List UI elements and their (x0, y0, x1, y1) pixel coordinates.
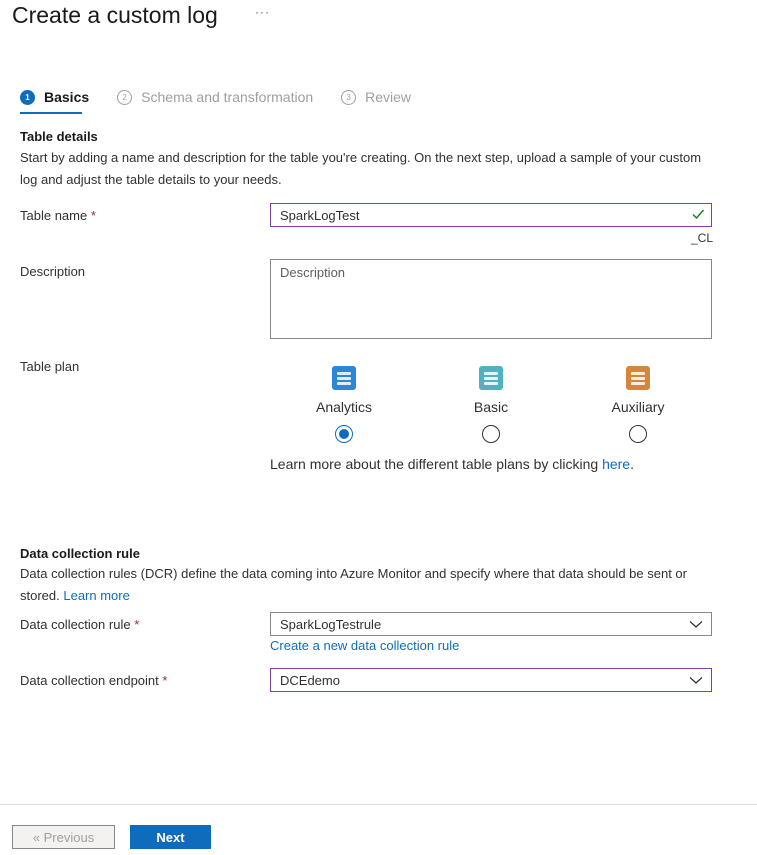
dce-dropdown[interactable]: DCEdemo (270, 668, 712, 692)
table-plans-here-link[interactable]: here (602, 456, 630, 472)
table-name-value: SparkLogTest (280, 207, 360, 223)
wizard-steps: 1 Basics 2 Schema and transformation 3 R… (20, 82, 439, 114)
description-label: Description (20, 264, 86, 279)
plan-name-auxiliary: Auxiliary (611, 399, 665, 415)
plan-name-analytics: Analytics (315, 399, 373, 415)
footer-divider (0, 804, 757, 805)
step-number-2: 2 (117, 89, 133, 105)
required-marker: * (162, 673, 168, 688)
analytics-plan-icon (332, 366, 356, 390)
next-button[interactable]: Next (130, 825, 211, 849)
tab-schema-and-transformation[interactable]: 2 Schema and transformation (117, 86, 313, 108)
required-marker: * (90, 208, 96, 223)
tab-review[interactable]: 3 Review (341, 86, 411, 108)
plan-option-analytics: Analytics (299, 366, 389, 443)
description-field[interactable]: Description (270, 259, 712, 339)
chevron-down-icon (689, 621, 703, 628)
tab-label-basics: Basics (44, 89, 90, 105)
table-details-description: Start by adding a name and description f… (20, 150, 702, 187)
dcr-label-text: Data collection rule (20, 617, 131, 632)
dcr-heading: Data collection rule (20, 546, 140, 561)
checkmark-icon (692, 209, 705, 220)
basic-plan-icon (479, 366, 503, 390)
dcr-dropdown[interactable]: SparkLogTestrule (270, 612, 712, 636)
table-plans-note: Learn more about the different table pla… (270, 456, 634, 472)
dce-label: Data collection endpoint * (20, 673, 167, 688)
dcr-label: Data collection rule * (20, 617, 139, 632)
basic-radio[interactable] (482, 425, 500, 443)
plan-option-basic: Basic (446, 366, 536, 443)
auxiliary-plan-icon (626, 366, 650, 390)
page-title: Create a custom log (12, 2, 218, 28)
required-marker: * (134, 617, 140, 632)
more-options-button[interactable]: ··· (255, 5, 270, 19)
dcr-selected-value: SparkLogTestrule (280, 616, 382, 632)
tab-label-review: Review (365, 89, 412, 105)
dce-label-text: Data collection endpoint (20, 673, 159, 688)
table-name-label: Table name * (20, 208, 96, 223)
dce-selected-value: DCEdemo (280, 672, 340, 688)
active-tab-indicator (20, 112, 82, 114)
table-plans-note-text: Learn more about the different table pla… (270, 456, 603, 472)
table-name-input[interactable]: SparkLogTest (270, 203, 712, 227)
table-name-suffix: _CL (691, 231, 714, 245)
table-details-heading: Table details (20, 129, 98, 144)
tab-basics[interactable]: 1 Basics (20, 86, 90, 114)
chevron-down-icon (689, 677, 703, 684)
previous-button[interactable]: « Previous (12, 825, 115, 849)
plan-option-auxiliary: Auxiliary (593, 366, 683, 443)
tab-label-schema: Schema and transformation (141, 89, 314, 105)
table-plan-label: Table plan (20, 359, 80, 374)
create-dcr-link[interactable]: Create a new data collection rule (270, 638, 459, 653)
dcr-description: Data collection rules (DCR) define the d… (20, 563, 720, 607)
analytics-radio[interactable] (335, 425, 353, 443)
dcr-learn-more-link[interactable]: Learn more (63, 588, 129, 603)
page-header: Create a custom log (12, 0, 218, 34)
auxiliary-radio[interactable] (629, 425, 647, 443)
table-plans-note-end: . (630, 456, 634, 472)
plan-name-basic: Basic (473, 399, 509, 415)
table-name-label-text: Table name (20, 208, 88, 223)
step-number-1: 1 (20, 89, 35, 105)
step-number-3: 3 (341, 89, 357, 105)
